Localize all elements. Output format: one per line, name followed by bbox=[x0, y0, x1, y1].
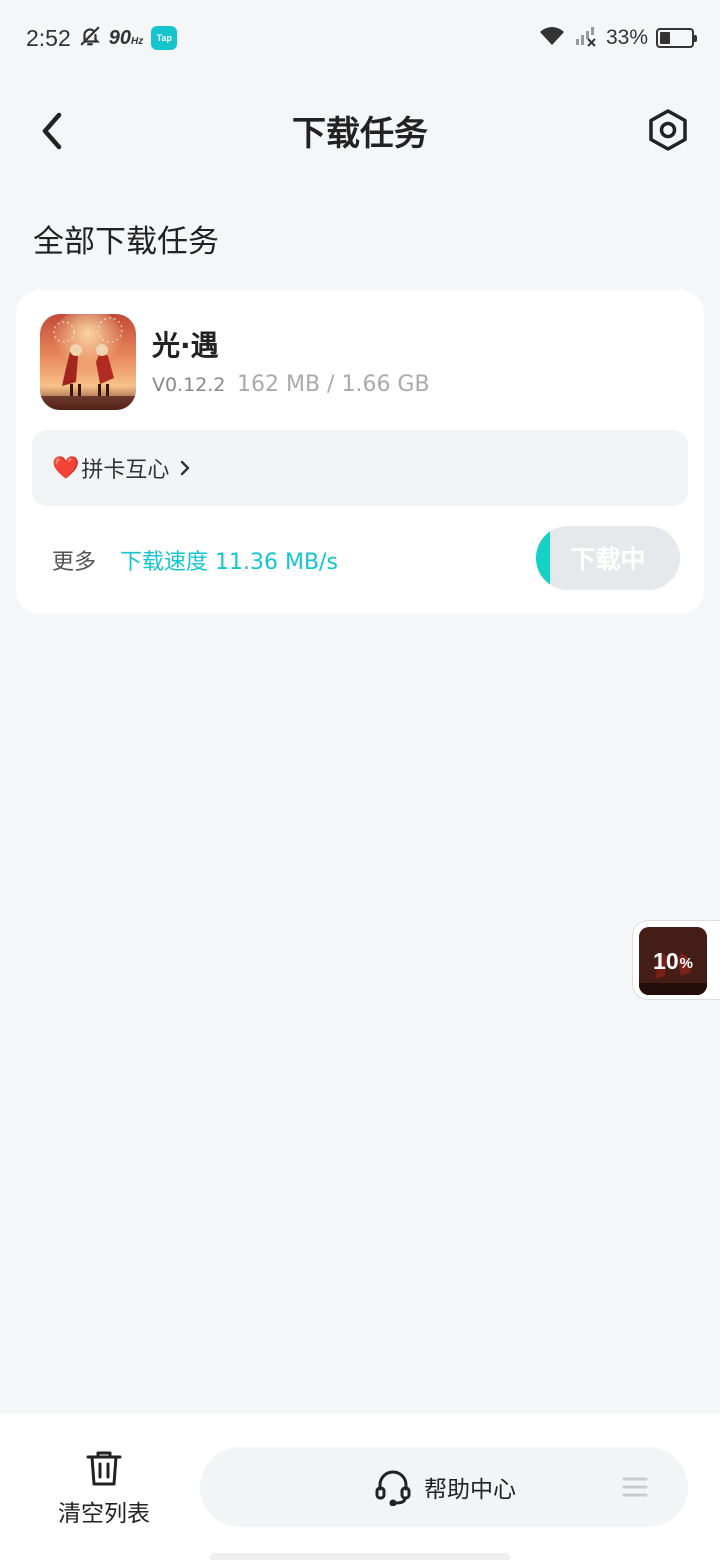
menu-icon[interactable] bbox=[622, 1475, 648, 1499]
battery-percent: 33% bbox=[605, 26, 648, 49]
download-speed: 下载速度 11.36 MB/s bbox=[120, 550, 338, 575]
floating-download-widget[interactable]: 10% bbox=[632, 920, 720, 1000]
heart-emoji-icon: ❤️ bbox=[52, 455, 80, 481]
battery-icon bbox=[656, 28, 697, 48]
downloading-button-label: 下载中 bbox=[570, 545, 646, 574]
header: 下载任务 bbox=[0, 86, 720, 174]
download-task-card[interactable]: 光·遇 V0.12.2 162 MB / 1.66 GB ❤️ 拼卡互心 更多 … bbox=[16, 290, 704, 614]
status-time: 2:52 bbox=[26, 24, 71, 51]
page-title: 下载任务 bbox=[292, 114, 428, 154]
app-version: V0.12.2 bbox=[152, 374, 226, 396]
mute-bell-icon bbox=[79, 25, 101, 51]
refresh-rate: 90Hz bbox=[108, 26, 144, 49]
help-center-label: 帮助中心 bbox=[424, 1477, 516, 1503]
app-name[interactable]: 光·遇 bbox=[152, 324, 219, 364]
taptap-notification-icon: Tap bbox=[151, 26, 178, 50]
more-button[interactable]: 更多 bbox=[52, 544, 96, 576]
clear-list-button[interactable]: 清空列表 bbox=[40, 1448, 168, 1532]
trash-icon bbox=[86, 1451, 122, 1486]
home-indicator bbox=[210, 1553, 510, 1560]
downloading-button[interactable]: 下载中 bbox=[536, 526, 680, 590]
wifi-icon bbox=[538, 25, 566, 51]
promo-text: 拼卡互心 bbox=[81, 458, 170, 483]
promo-link[interactable]: ❤️ 拼卡互心 bbox=[32, 430, 688, 506]
settings-hexagon-icon bbox=[649, 109, 687, 151]
bottom-bar: 清空列表 帮助中心 bbox=[0, 1414, 720, 1560]
floating-app-thumbnail: 10% bbox=[639, 927, 707, 995]
clear-list-label: 清空列表 bbox=[58, 1501, 150, 1527]
section-title: 全部下载任务 bbox=[33, 224, 219, 260]
settings-button[interactable] bbox=[644, 106, 692, 154]
signal-off-icon bbox=[574, 25, 598, 51]
floating-percent: 10% bbox=[653, 947, 693, 974]
app-icon[interactable] bbox=[40, 314, 136, 410]
headset-icon bbox=[375, 1470, 411, 1506]
chevron-right-icon bbox=[179, 459, 191, 477]
help-center-button[interactable]: 帮助中心 bbox=[200, 1447, 688, 1527]
download-size-progress: 162 MB / 1.66 GB bbox=[237, 372, 430, 397]
status-bar: 2:52 90Hz Tap 33% bbox=[0, 0, 720, 76]
